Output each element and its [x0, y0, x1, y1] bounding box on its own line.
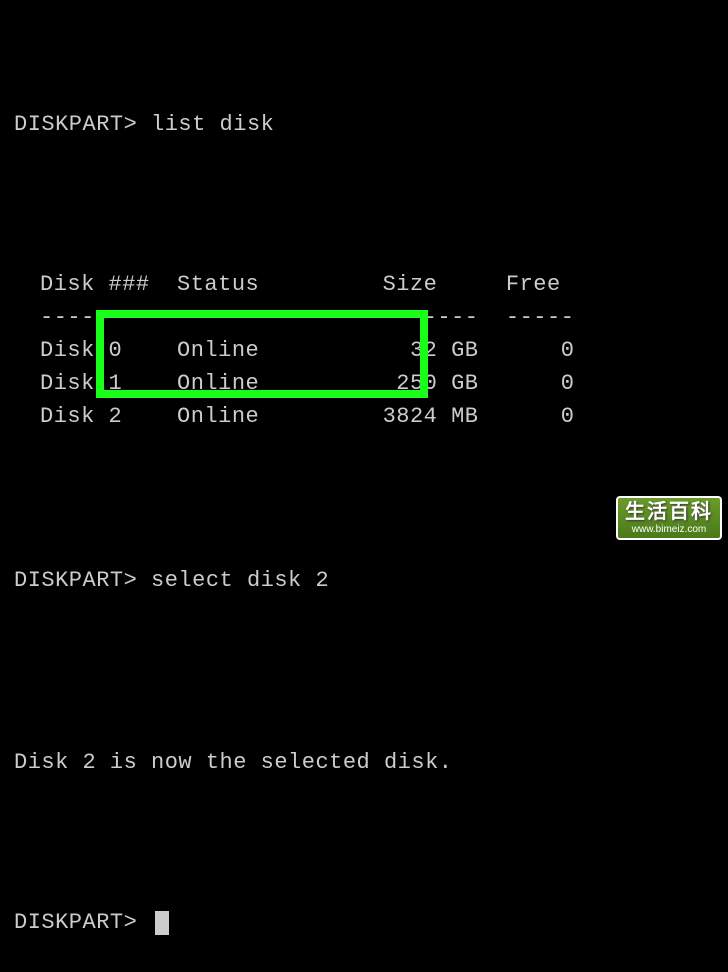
prompt-label: DISKPART>: [14, 112, 137, 137]
terminal-output: DISKPART> list disk Disk ### Status Size…: [14, 10, 728, 972]
disk-table: Disk ### Status Size Free -------- -----…: [40, 268, 728, 433]
list-command: list disk: [151, 112, 274, 137]
divider-status: -------------: [177, 305, 355, 330]
watermark-badge: 生活百科 www.bimeiz.com: [616, 496, 722, 541]
table-row: Disk 2 Online 3824 MB 0: [40, 404, 574, 429]
command-line-list: DISKPART> list disk: [14, 108, 728, 141]
header-size: Size: [383, 272, 438, 297]
select-command: select disk 2: [151, 568, 329, 593]
divider-size: -------: [383, 305, 479, 330]
prompt-label: DISKPART>: [14, 568, 137, 593]
header-disk: Disk ###: [40, 272, 150, 297]
prompt-label: DISKPART>: [14, 910, 137, 935]
divider-free: -----: [506, 305, 575, 330]
command-line-select: DISKPART> select disk 2: [14, 564, 728, 597]
divider-disk: --------: [40, 305, 150, 330]
header-status: Status: [177, 272, 259, 297]
watermark-url: www.bimeiz.com: [625, 524, 713, 536]
text-cursor: [155, 911, 169, 935]
watermark-title: 生活百科: [625, 501, 713, 524]
selection-response: Disk 2 is now the selected disk.: [14, 746, 728, 779]
header-free: Free: [506, 272, 561, 297]
table-row: Disk 1 Online 250 GB 0: [40, 371, 574, 396]
command-line-prompt[interactable]: DISKPART>: [14, 906, 728, 939]
table-row: Disk 0 Online 32 GB 0: [40, 338, 574, 363]
